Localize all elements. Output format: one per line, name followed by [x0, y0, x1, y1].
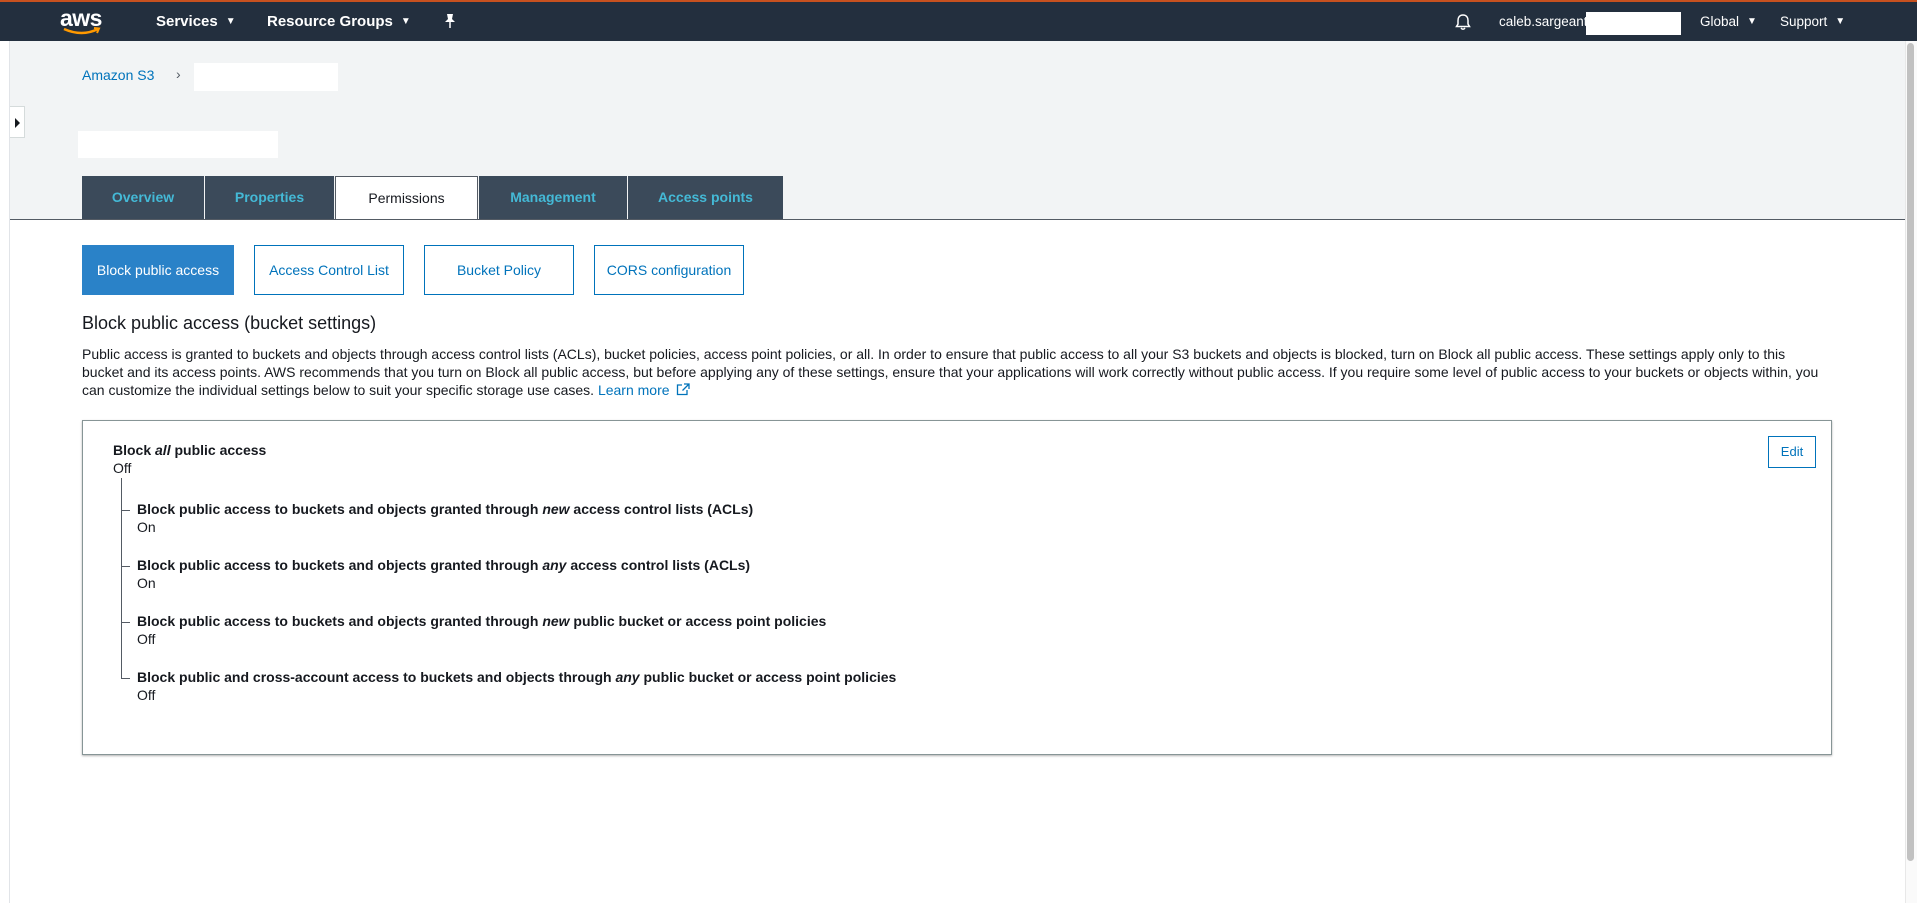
section-title: Block public access (bucket settings)	[82, 313, 377, 333]
subtab-access-control-list[interactable]: Access Control List	[254, 245, 404, 295]
tab-access-points[interactable]: Access points	[628, 176, 783, 219]
block-public-access-panel	[82, 420, 1832, 755]
tree-vertical-line	[121, 478, 122, 678]
setting-any-policies-value: Off	[137, 687, 156, 703]
chevron-down-icon: ▼	[1835, 16, 1846, 27]
tabs-underline	[10, 219, 1905, 220]
tree-branch	[121, 566, 130, 567]
title-suffix: public bucket or access point policies	[569, 613, 827, 629]
resource-groups-label: Resource Groups	[267, 13, 393, 30]
setting-new-policies-title: Block public access to buckets and objec…	[137, 613, 826, 629]
tree-branch	[121, 678, 130, 679]
block-all-title: Block all public access	[113, 442, 266, 458]
services-label: Services	[156, 13, 218, 30]
title-prefix: Block	[113, 442, 156, 458]
setting-new-acls-title: Block public access to buckets and objec…	[137, 501, 753, 517]
tree-branch	[121, 510, 130, 511]
title-prefix: Block public and cross-account access to…	[137, 669, 616, 685]
title-suffix: access control lists (ACLs)	[569, 501, 754, 517]
title-prefix: Block public access to buckets and objec…	[137, 613, 543, 629]
tab-management[interactable]: Management	[479, 176, 627, 219]
learn-more-label: Learn more	[597, 382, 670, 398]
title-suffix: public access	[170, 442, 267, 458]
breadcrumb-separator: ›	[176, 66, 181, 82]
title-emphasis: any	[542, 557, 567, 573]
tab-permissions[interactable]: Permissions	[335, 176, 478, 220]
aws-logo[interactable]: aws	[60, 5, 104, 37]
pin-icon[interactable]	[443, 13, 457, 29]
title-emphasis: any	[615, 669, 640, 685]
resource-groups-menu[interactable]: Resource Groups ▼	[267, 13, 411, 30]
setting-any-acls-value: On	[137, 575, 156, 591]
title-prefix: Block public access to buckets and objec…	[137, 557, 543, 573]
bell-icon[interactable]	[1454, 13, 1472, 31]
support-menu[interactable]: Support ▼	[1780, 14, 1845, 29]
region-label: Global	[1700, 14, 1740, 29]
redacted-bucket-title	[78, 131, 278, 158]
top-nav: aws Services ▼ Resource Groups ▼ caleb.sar…	[0, 0, 1917, 41]
chevron-down-icon: ▼	[225, 16, 236, 27]
setting-new-acls-value: On	[137, 519, 156, 535]
region-menu[interactable]: Global ▼	[1700, 14, 1757, 29]
setting-new-policies-value: Off	[137, 631, 156, 647]
title-emphasis: new	[542, 613, 570, 629]
services-menu[interactable]: Services ▼	[156, 13, 236, 30]
external-link-icon	[677, 383, 691, 396]
redacted-bucket-name-breadcrumb	[194, 63, 338, 91]
title-suffix: public bucket or access point policies	[639, 669, 897, 685]
edit-button[interactable]: Edit	[1768, 436, 1816, 468]
chevron-down-icon: ▼	[1747, 16, 1757, 27]
user-menu[interactable]: caleb.sargeant	[1499, 14, 1588, 29]
sidebar-toggle[interactable]	[10, 106, 25, 138]
caret-right-icon	[15, 118, 20, 128]
support-label: Support	[1780, 14, 1828, 29]
title-prefix: Block public access to buckets and objec…	[137, 501, 543, 517]
title-emphasis: all	[155, 442, 171, 458]
section-description: Public access is granted to buckets and …	[82, 345, 1822, 399]
title-emphasis: new	[542, 501, 570, 517]
user-label: caleb.sargeant	[1499, 14, 1588, 29]
tree-branch	[121, 622, 130, 623]
subtab-bucket-policy[interactable]: Bucket Policy	[424, 245, 574, 295]
scrollbar-thumb[interactable]	[1907, 43, 1914, 861]
subtab-cors-configuration[interactable]: CORS configuration	[594, 245, 744, 295]
setting-any-policies-title: Block public and cross-account access to…	[137, 669, 896, 685]
chevron-down-icon: ▼	[400, 16, 411, 27]
subtab-block-public-access[interactable]: Block public access	[82, 245, 234, 295]
block-all-value: Off	[113, 460, 132, 476]
tab-overview[interactable]: Overview	[82, 176, 204, 219]
title-suffix: access control lists (ACLs)	[566, 557, 751, 573]
setting-any-acls-title: Block public access to buckets and objec…	[137, 557, 750, 573]
aws-smile-icon	[63, 27, 101, 35]
tab-properties[interactable]: Properties	[205, 176, 334, 219]
breadcrumb-amazon-s3[interactable]: Amazon S3	[82, 67, 154, 83]
redacted-account-id	[1586, 12, 1681, 35]
description-text: Public access is granted to buckets and …	[82, 346, 1819, 398]
learn-more-link[interactable]: Learn more	[597, 382, 691, 398]
left-edge-divider	[9, 41, 10, 903]
